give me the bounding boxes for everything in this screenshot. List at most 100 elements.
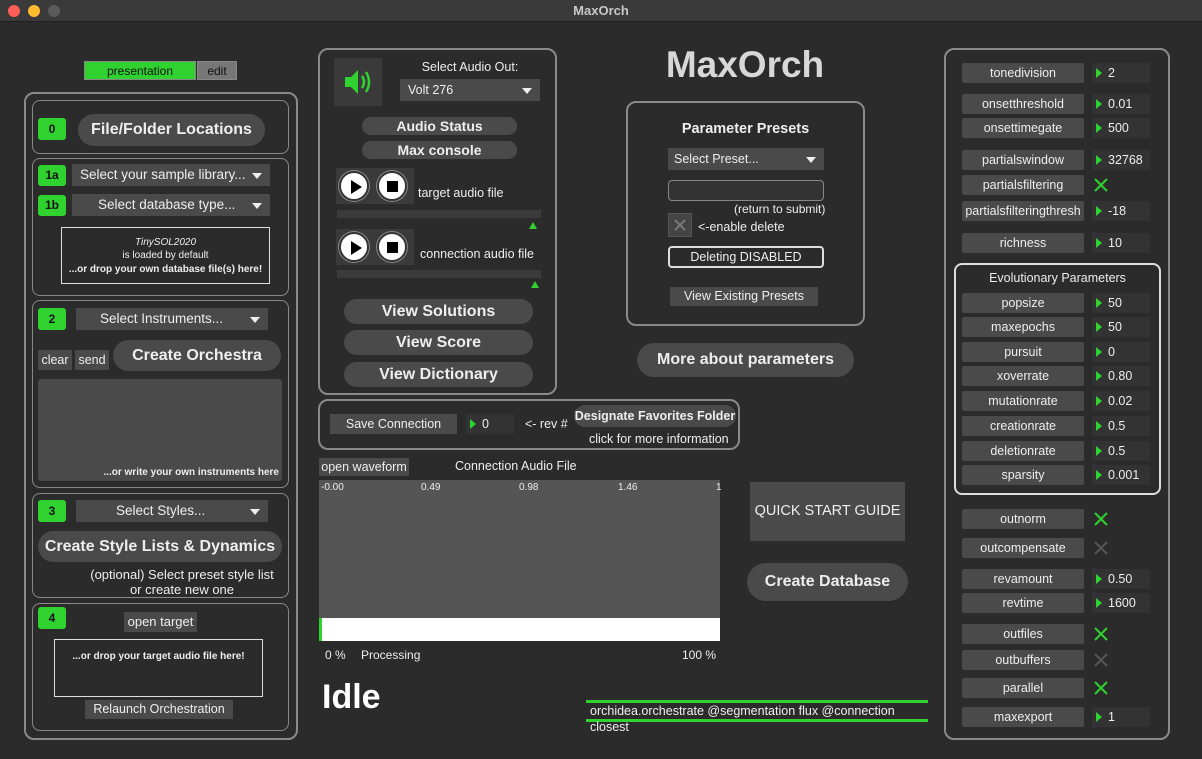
- param-xoverrate-button[interactable]: xoverrate: [962, 366, 1084, 386]
- evolutionary-parameters-title: Evolutionary Parameters: [989, 271, 1126, 285]
- param-outbuffers-toggle[interactable]: [1092, 651, 1110, 669]
- param-maxepochs-button[interactable]: maxepochs: [962, 317, 1084, 337]
- rev-number-box[interactable]: 0: [466, 414, 514, 434]
- connection-stop-button[interactable]: [377, 232, 407, 262]
- param-tonedivision-button[interactable]: tonedivision: [962, 63, 1084, 83]
- audio-out-menu[interactable]: Volt 276: [400, 79, 540, 101]
- designate-favorites-button[interactable]: Designate Favorites Folder: [574, 405, 736, 427]
- param-xoverrate-value[interactable]: 0.80: [1092, 366, 1150, 386]
- param-onsetthreshold-value[interactable]: 0.01: [1092, 94, 1150, 114]
- param-revamount-value[interactable]: 0.50: [1092, 569, 1150, 589]
- param-popsize-button[interactable]: popsize: [962, 293, 1084, 313]
- enable-delete-toggle[interactable]: [668, 213, 692, 237]
- param-richness-button[interactable]: richness: [962, 233, 1084, 253]
- param-mutationrate-value[interactable]: 0.02: [1092, 391, 1150, 411]
- param-maxexport-value[interactable]: 1: [1092, 707, 1150, 727]
- target-stop-button[interactable]: [377, 171, 407, 201]
- param-sparsity-button[interactable]: sparsity: [962, 465, 1084, 485]
- param-outcompensate-button[interactable]: outcompensate: [962, 538, 1084, 558]
- instruments-text-area[interactable]: ...or write your own instruments here: [38, 379, 282, 481]
- param-creationrate-button[interactable]: creationrate: [962, 416, 1084, 436]
- param-outfiles-toggle[interactable]: [1092, 625, 1110, 643]
- param-onsetthreshold-button[interactable]: onsetthreshold: [962, 94, 1084, 114]
- param-pursuit-button[interactable]: pursuit: [962, 342, 1084, 362]
- database-type-menu[interactable]: Select database type...: [72, 194, 270, 216]
- target-gain-handle[interactable]: [529, 222, 537, 229]
- param-tonedivision-value[interactable]: 2: [1092, 63, 1150, 83]
- param-mutationrate-button[interactable]: mutationrate: [962, 391, 1084, 411]
- open-waveform-button[interactable]: open waveform: [319, 458, 409, 476]
- view-score-button[interactable]: View Score: [344, 330, 533, 355]
- progress-fill: [319, 618, 322, 641]
- param-richness-value[interactable]: 10: [1092, 233, 1150, 253]
- more-about-parameters-button[interactable]: More about parameters: [637, 343, 854, 377]
- param-partialsfilteringthresh-button[interactable]: partialsfilteringthresh: [962, 201, 1084, 221]
- clear-button[interactable]: clear: [38, 350, 72, 370]
- target-drop-zone[interactable]: ...or drop your target audio file here!: [54, 639, 263, 697]
- edit-tab[interactable]: edit: [197, 61, 237, 80]
- param-maxexport-button[interactable]: maxexport: [962, 707, 1084, 727]
- open-target-button[interactable]: open target: [124, 612, 197, 632]
- waveform-display[interactable]: -0.00 0.49 0.98 1.46 1: [319, 480, 722, 641]
- param-partialsfiltering-button[interactable]: partialsfiltering: [962, 175, 1084, 195]
- step-1b-badge: 1b: [38, 195, 66, 216]
- param-revtime-button[interactable]: revtime: [962, 593, 1084, 613]
- speaker-icon: [345, 70, 371, 94]
- param-maxepochs-value[interactable]: 50: [1092, 317, 1150, 337]
- rev-label: <- rev #: [525, 417, 568, 431]
- window-title: MaxOrch: [573, 3, 629, 18]
- param-sparsity-value[interactable]: 0.001: [1092, 465, 1150, 485]
- quick-start-guide-button[interactable]: QUICK START GUIDE: [750, 482, 905, 541]
- x-icon: [674, 219, 686, 231]
- speaker-button[interactable]: [334, 58, 382, 106]
- param-revtime-value[interactable]: 1600: [1092, 593, 1150, 613]
- param-deletionrate-button[interactable]: deletionrate: [962, 441, 1084, 461]
- param-parallel-button[interactable]: parallel: [962, 678, 1084, 698]
- create-database-button[interactable]: Create Database: [747, 563, 908, 601]
- connection-gain-handle[interactable]: [531, 281, 539, 288]
- create-style-lists-button[interactable]: Create Style Lists & Dynamics: [38, 531, 282, 562]
- database-drop-zone[interactable]: TinySOL2020 is loaded by default ...or d…: [61, 227, 270, 284]
- param-revamount-button[interactable]: revamount: [962, 569, 1084, 589]
- param-outnorm-toggle[interactable]: [1092, 510, 1110, 528]
- target-audio-label: target audio file: [418, 186, 504, 200]
- param-outnorm-button[interactable]: outnorm: [962, 509, 1084, 529]
- param-creationrate-value[interactable]: 0.5: [1092, 416, 1150, 436]
- relaunch-orchestration-button[interactable]: Relaunch Orchestration: [85, 700, 233, 719]
- param-partialswindow-button[interactable]: partialswindow: [962, 150, 1084, 170]
- param-outfiles-button[interactable]: outfiles: [962, 624, 1084, 644]
- param-outbuffers-button[interactable]: outbuffers: [962, 650, 1084, 670]
- step-3-badge: 3: [38, 500, 66, 522]
- max-console-button[interactable]: Max console: [362, 141, 517, 159]
- x-icon: [1094, 541, 1108, 555]
- orchestrate-command[interactable]: orchidea.orchestrate @segmentation flux …: [586, 700, 928, 734]
- create-orchestra-button[interactable]: Create Orchestra: [113, 340, 281, 371]
- param-popsize-value[interactable]: 50: [1092, 293, 1150, 313]
- param-outcompensate-toggle[interactable]: [1092, 539, 1110, 557]
- param-pursuit-value[interactable]: 0: [1092, 342, 1150, 362]
- deleting-status-button[interactable]: Deleting DISABLED: [668, 246, 824, 268]
- more-information-link[interactable]: click for more information: [589, 432, 729, 446]
- save-connection-button[interactable]: Save Connection: [330, 414, 457, 434]
- param-deletionrate-value[interactable]: 0.5: [1092, 441, 1150, 461]
- param-onsettimegate-value[interactable]: 500: [1092, 118, 1150, 138]
- audio-status-button[interactable]: Audio Status: [362, 117, 517, 135]
- param-partialswindow-value[interactable]: 32768: [1092, 150, 1150, 170]
- target-play-button[interactable]: [339, 171, 369, 201]
- view-existing-presets-button[interactable]: View Existing Presets: [670, 287, 818, 306]
- preset-name-input[interactable]: [668, 180, 824, 201]
- param-onsettimegate-button[interactable]: onsettimegate: [962, 118, 1084, 138]
- styles-menu[interactable]: Select Styles...: [76, 500, 268, 522]
- view-dictionary-button[interactable]: View Dictionary: [344, 362, 533, 387]
- connection-play-button[interactable]: [339, 232, 369, 262]
- file-folder-locations-button[interactable]: File/Folder Locations: [78, 114, 265, 146]
- param-partialsfiltering-toggle[interactable]: [1092, 176, 1110, 194]
- param-parallel-toggle[interactable]: [1092, 679, 1110, 697]
- view-solutions-button[interactable]: View Solutions: [344, 299, 533, 324]
- sample-library-menu[interactable]: Select your sample library...: [72, 164, 270, 186]
- instruments-menu[interactable]: Select Instruments...: [76, 308, 268, 330]
- preset-select-menu[interactable]: Select Preset...: [668, 148, 824, 170]
- send-button[interactable]: send: [75, 350, 109, 370]
- presentation-tab[interactable]: presentation: [84, 61, 196, 80]
- param-partialsfilteringthresh-value[interactable]: -18: [1092, 201, 1150, 221]
